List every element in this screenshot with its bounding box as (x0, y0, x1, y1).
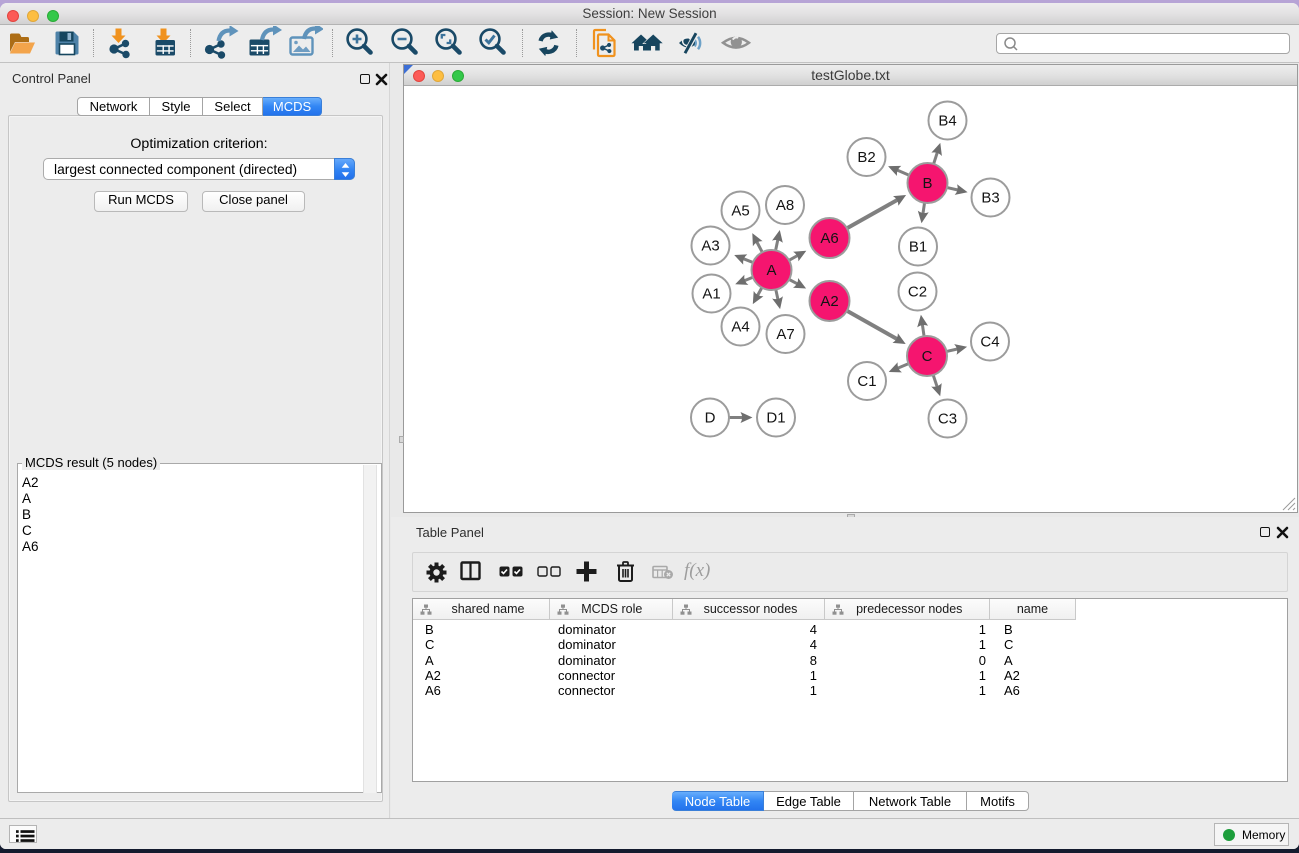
svg-text:A7: A7 (776, 326, 794, 343)
svg-text:A1: A1 (702, 286, 720, 303)
svg-text:C: C (922, 348, 933, 365)
svg-text:A2: A2 (820, 293, 838, 310)
svg-text:C1: C1 (857, 373, 876, 390)
svg-text:C2: C2 (908, 284, 927, 301)
svg-text:C3: C3 (938, 411, 957, 428)
svg-text:B1: B1 (909, 239, 927, 256)
svg-text:A: A (766, 262, 776, 279)
svg-text:D1: D1 (766, 410, 785, 427)
svg-text:A3: A3 (701, 238, 719, 255)
svg-text:B: B (922, 175, 932, 192)
svg-text:A5: A5 (731, 203, 749, 220)
svg-text:A8: A8 (776, 197, 794, 214)
svg-text:A6: A6 (820, 230, 838, 247)
svg-text:B4: B4 (938, 113, 956, 130)
svg-text:C4: C4 (980, 334, 999, 351)
svg-text:B2: B2 (857, 149, 875, 166)
svg-text:D: D (705, 410, 716, 427)
svg-text:A4: A4 (731, 319, 749, 336)
svg-text:B3: B3 (981, 190, 999, 207)
